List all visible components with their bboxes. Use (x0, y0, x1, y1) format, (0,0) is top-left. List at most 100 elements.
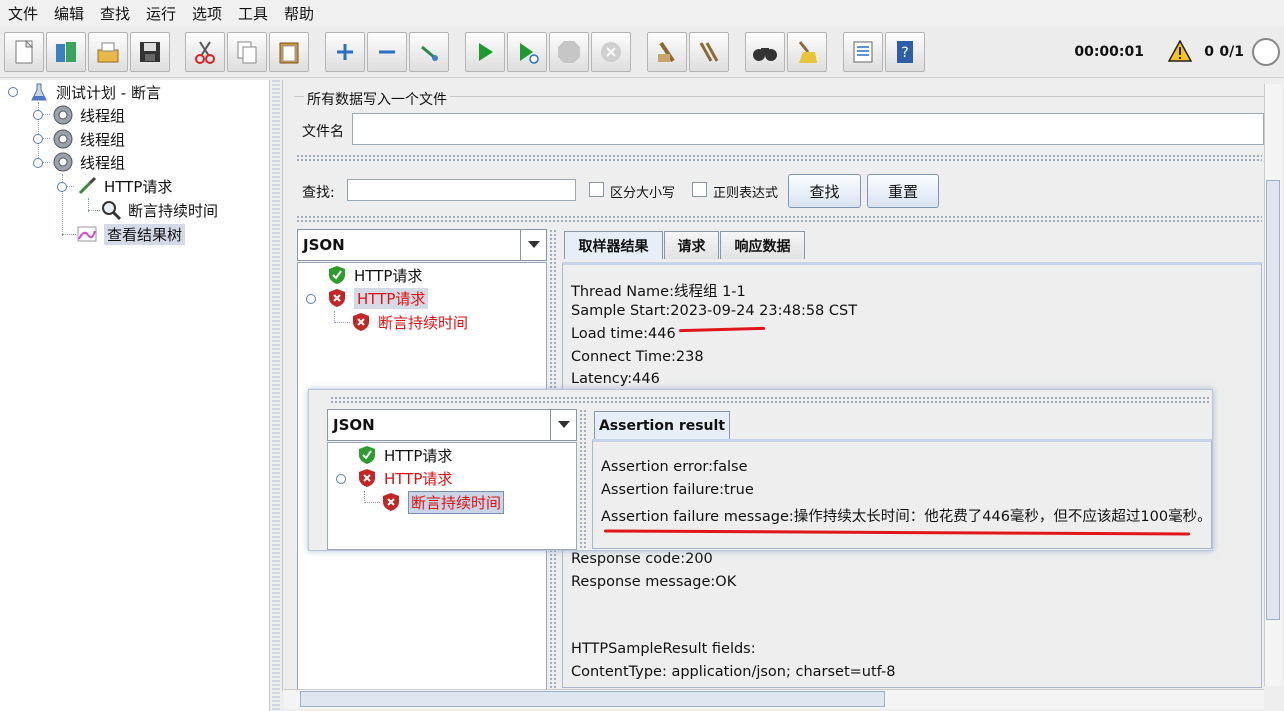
menu-file[interactable]: 文件 (8, 3, 38, 24)
regex-checkbox[interactable] (692, 182, 707, 197)
menu-help[interactable]: 帮助 (284, 3, 314, 24)
response-message-line: Response message:OK (571, 574, 737, 590)
inset-result-item-3[interactable]: 断言持续时间 (380, 490, 505, 514)
search-input[interactable] (347, 179, 576, 201)
test-plan-tree: 测试计划 - 断言 线程组 线程组 线程组 HTTP请求 断言持续时间 查看结果… (0, 80, 270, 711)
tree-toggle-root[interactable] (8, 87, 18, 97)
start-no-pause-icon (520, 43, 539, 64)
cut-icon (195, 41, 215, 64)
renderer-selected: JSON (303, 236, 345, 254)
result-item-2[interactable]: HTTP请求 (326, 287, 429, 309)
new-button[interactable] (4, 32, 44, 72)
tree-toggle-thread-group-3[interactable] (33, 158, 43, 168)
inset-result-item-2[interactable]: HTTP请求 (356, 467, 452, 489)
inset-result-item-1[interactable]: HTTP请求 (356, 444, 452, 466)
fail-shield-icon (326, 287, 348, 309)
chart-icon (76, 223, 98, 245)
filename-input[interactable] (352, 113, 1264, 145)
fail-shield-icon (380, 491, 402, 513)
start-no-pauses-button[interactable] (507, 32, 547, 72)
templates-button[interactable] (46, 32, 86, 72)
menu-bar: 文件 编辑 查找 运行 选项 工具 帮助 (0, 0, 1284, 26)
templates-icon (56, 42, 76, 62)
tree-node-duration-assertion[interactable]: 断言持续时间 (100, 199, 218, 221)
tree-label-results-tree: 查看结果树 (104, 223, 186, 245)
help-button[interactable]: ? (885, 32, 925, 72)
shutdown-button[interactable] (591, 32, 631, 72)
horizontal-splitter-2[interactable] (296, 215, 1262, 223)
search-button[interactable] (745, 32, 785, 72)
inset-result-list: HTTP请求 HTTP请求 断言持续时间 (327, 442, 577, 550)
collapse-all-button[interactable] (367, 32, 407, 72)
latency-line: Latency:446 (571, 371, 660, 387)
svg-text:?: ? (901, 45, 908, 61)
fields-header-line: HTTPSampleResult fields: (571, 641, 756, 657)
horizontal-scroll-thumb[interactable] (300, 691, 885, 707)
reset-search-button[interactable] (787, 32, 827, 72)
sample-start-line: Sample Start:2023-09-24 23:48:58 CST (571, 303, 858, 319)
tree-node-thread-group-1[interactable]: 线程组 (52, 104, 125, 126)
tree-node-test-plan[interactable]: 测试计划 - 断言 (28, 81, 161, 103)
vertical-splitter[interactable] (272, 80, 280, 711)
tree-node-http-request[interactable]: HTTP请求 (76, 175, 172, 197)
case-sensitive-label: 区分大小写 (610, 186, 676, 201)
horizontal-splitter[interactable] (296, 154, 1262, 162)
tree-label-thread-group-3: 线程组 (80, 153, 126, 172)
tree-node-results-tree[interactable]: 查看结果树 (76, 223, 186, 245)
renderer-select[interactable]: JSON (297, 229, 547, 261)
warning-icon[interactable] (1167, 39, 1193, 66)
help-icon: ? (897, 41, 913, 63)
tree-toggle-http-request[interactable] (57, 182, 67, 192)
load-time-line: Load time:446 (571, 326, 676, 342)
search-label: 查找: (302, 185, 335, 201)
inset-renderer-select[interactable]: JSON (327, 409, 577, 441)
gear-icon (52, 151, 74, 173)
collapse-icon (379, 50, 395, 54)
toggle-button[interactable] (409, 32, 449, 72)
inset-splitter (330, 396, 1210, 404)
inset-result-item-3-label: 断言持续时间 (408, 490, 505, 514)
search-button[interactable]: 查找 (788, 174, 861, 208)
tree-toggle-thread-group-1[interactable] (33, 110, 43, 120)
result-toggle-2[interactable] (306, 294, 316, 304)
clear-button[interactable] (647, 32, 687, 72)
tree-node-thread-group-3[interactable]: 线程组 (52, 151, 125, 173)
copy-button[interactable] (227, 32, 267, 72)
stop-button[interactable] (549, 32, 589, 72)
tree-node-thread-group-2[interactable]: 线程组 (52, 128, 125, 150)
clear-all-button[interactable] (689, 32, 729, 72)
expand-all-button[interactable] (325, 32, 365, 72)
inset-result-toggle-2[interactable] (336, 474, 346, 484)
reset-button[interactable]: 重置 (867, 174, 939, 208)
open-button[interactable] (88, 32, 128, 72)
cut-button[interactable] (185, 32, 225, 72)
fail-shield-icon (350, 311, 372, 333)
result-item-3[interactable]: 断言持续时间 (350, 311, 468, 333)
paste-button[interactable] (269, 32, 309, 72)
tab-request[interactable]: 请求 (664, 231, 719, 259)
save-button[interactable] (130, 32, 170, 72)
save-icon (140, 42, 160, 62)
menu-search[interactable]: 查找 (100, 3, 130, 24)
tree-toggle-thread-group-2[interactable] (33, 134, 43, 144)
clear-icon (658, 41, 675, 63)
toggle-icon (421, 45, 438, 61)
new-icon (15, 39, 34, 64)
tab-sampler-result[interactable]: 取样器结果 (564, 231, 663, 259)
menu-edit[interactable]: 编辑 (54, 3, 84, 24)
response-code-line: Response code:200 (571, 551, 713, 567)
gear-icon (52, 104, 74, 126)
tab-assertion-result[interactable]: Assertion result (594, 411, 730, 439)
result-item-1[interactable]: HTTP请求 (326, 264, 422, 286)
vertical-scroll-thumb[interactable] (1266, 180, 1280, 620)
menu-tools[interactable]: 工具 (238, 3, 268, 24)
error-count: 0 (1204, 44, 1214, 60)
menu-run[interactable]: 运行 (146, 3, 176, 24)
tab-response-data[interactable]: 响应数据 (720, 231, 805, 259)
stop-icon (558, 41, 580, 63)
function-helper-button[interactable] (843, 32, 883, 72)
tree-label-http-request: HTTP请求 (104, 177, 173, 196)
start-button[interactable] (465, 32, 505, 72)
menu-options[interactable]: 选项 (192, 3, 222, 24)
case-sensitive-checkbox[interactable] (589, 182, 604, 197)
